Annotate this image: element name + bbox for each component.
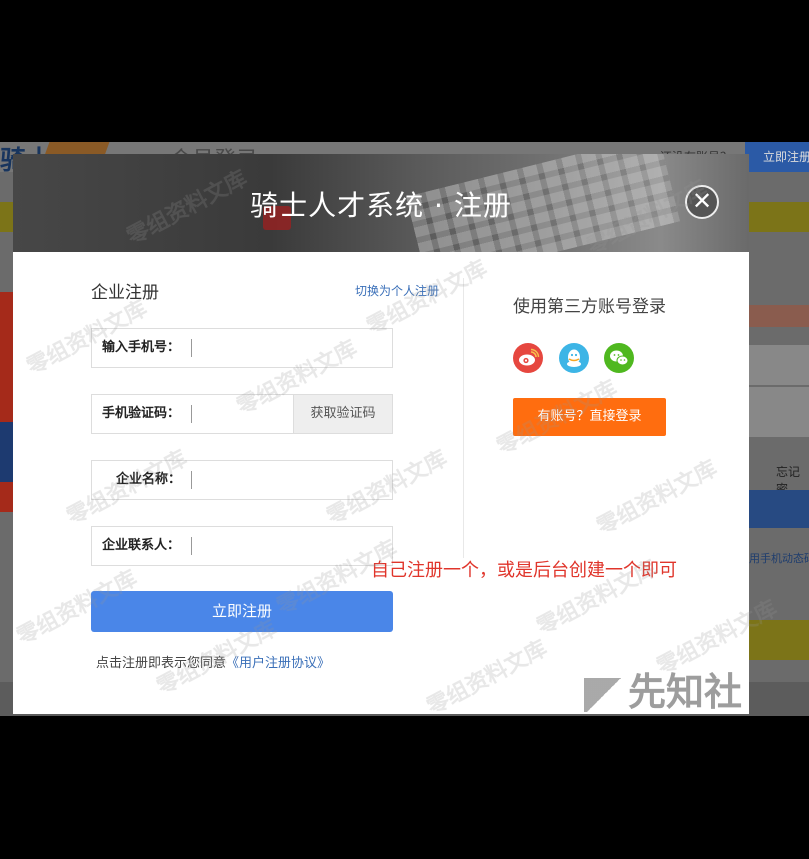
column-divider <box>463 278 464 558</box>
modal-header: 骑士人才系统 · 注册 ✕ <box>13 154 749 285</box>
register-modal: 骑士人才系统 · 注册 ✕ 企业注册 切换为个人注册 输入手机号： 手机验证码：… <box>13 154 749 714</box>
company-label: 企业名称： <box>116 472 182 487</box>
brand-text: 先知社 <box>628 670 743 714</box>
code-field[interactable]: 手机验证码： 获取验证码 <box>91 394 393 434</box>
qq-icon[interactable] <box>559 343 589 373</box>
text-caret <box>191 405 192 423</box>
xianzhi-mark-icon <box>584 677 624 712</box>
switch-personal-link[interactable]: 切换为个人注册 <box>355 282 439 299</box>
text-caret <box>191 339 192 357</box>
register-submit-button[interactable]: 立即注册 <box>91 591 393 632</box>
annotation-text: 自己注册一个，或是后台创建一个即可 <box>371 560 677 581</box>
contact-field[interactable]: 企业联系人： <box>91 526 393 566</box>
wechat-icon[interactable] <box>604 343 634 373</box>
code-label: 手机验证码： <box>102 406 181 421</box>
background-register-button: 立即注册 <box>745 142 809 172</box>
agreement-link[interactable]: 《用户注册协议》 <box>226 656 330 671</box>
phone-label: 输入手机号： <box>102 340 181 355</box>
phone-field[interactable]: 输入手机号： <box>91 328 393 368</box>
agreement-prefix: 点击注册即表示您同意 <box>96 656 227 671</box>
background-error-bar <box>749 305 809 327</box>
form-title: 企业注册 <box>91 283 159 303</box>
direct-login-button[interactable]: 有账号？直接登录 <box>513 398 666 436</box>
close-icon[interactable]: ✕ <box>685 185 719 219</box>
xianzhi-logo: 先知社 <box>584 661 742 716</box>
background-phone-login: 用手机动态码 <box>749 552 809 565</box>
background-field <box>749 345 809 385</box>
text-caret <box>191 471 192 489</box>
modal-title: 骑士人才系统 · 注册 <box>250 189 512 222</box>
contact-input[interactable] <box>194 528 348 566</box>
weibo-icon[interactable] <box>513 343 543 373</box>
background-field <box>749 387 809 437</box>
contact-label: 企业联系人： <box>102 538 181 553</box>
text-caret <box>191 537 192 555</box>
get-code-button[interactable]: 获取验证码 <box>293 395 392 433</box>
background-decoration <box>0 422 14 482</box>
phone-input[interactable] <box>194 330 348 368</box>
background-login-button <box>749 490 809 528</box>
agreement-text: 点击注册即表示您同意《用户注册协议》 <box>96 652 330 671</box>
company-input[interactable] <box>194 462 348 500</box>
third-party-title: 使用第三方账号登录 <box>513 297 666 317</box>
background-banner <box>749 620 809 660</box>
logo-accent <box>45 142 111 154</box>
company-field[interactable]: 企业名称： <box>91 460 393 500</box>
